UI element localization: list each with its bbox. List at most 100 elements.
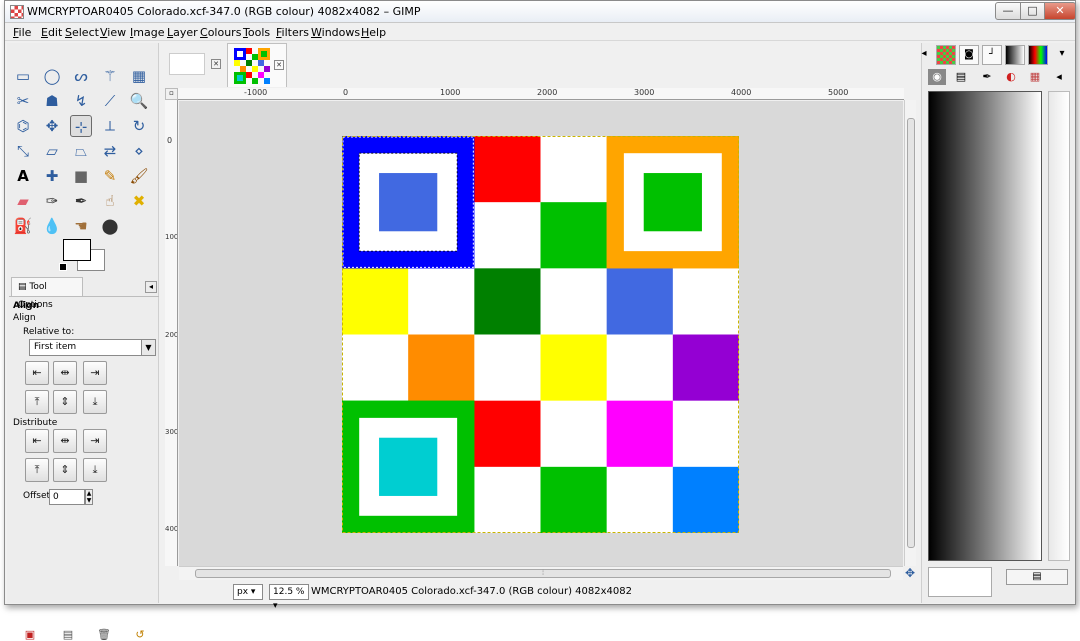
scroll-thumb[interactable] [907, 118, 915, 548]
tab-templates-icon[interactable]: ◂ [1050, 69, 1068, 85]
unit-select[interactable]: px ▾ [233, 584, 263, 600]
align-middle-button[interactable]: ⇕ [53, 390, 77, 414]
dodge-burn-icon[interactable]: ✖ [128, 190, 150, 212]
tab-colors-icon[interactable]: ◐ [1002, 69, 1020, 85]
menu-image[interactable]: Image [130, 26, 164, 39]
free-select-icon[interactable]: ᔕ [70, 65, 92, 87]
clone-icon[interactable]: ■ [70, 165, 92, 187]
horizontal-scrollbar[interactable]: ⦙ [179, 566, 903, 580]
zoom-icon[interactable]: 🔍 [128, 90, 150, 112]
tab-palettes[interactable] [1028, 45, 1048, 65]
paintbrush-icon[interactable]: 🖌 [128, 165, 150, 187]
distribute-right-button[interactable]: ⇥ [83, 429, 107, 453]
ellipse-select-icon[interactable]: ◯ [41, 65, 63, 87]
menu-view[interactable]: View [100, 26, 126, 39]
image-canvas[interactable] [342, 136, 739, 533]
align-icon[interactable]: ⊹ [70, 115, 92, 137]
convolve-icon[interactable]: ☚ [70, 215, 92, 237]
fg-bg-colors[interactable] [59, 239, 107, 273]
image-tab-2[interactable]: ✕ [227, 43, 287, 87]
fuzzy-select-icon[interactable]: ⚚ [99, 65, 121, 87]
scroll-thumb[interactable]: ⦙ [195, 569, 891, 578]
close-button[interactable]: ✕ [1044, 2, 1076, 20]
shear-icon[interactable]: ▱ [41, 140, 63, 162]
bucket-fill-icon[interactable]: ⛽ [12, 215, 34, 237]
smudge-icon[interactable]: ☝ [99, 190, 121, 212]
relative-to-select[interactable]: First item ▼ [29, 339, 156, 356]
scissors-icon[interactable]: ✂ [12, 90, 34, 112]
tab-patterns[interactable] [936, 45, 956, 65]
canvas-area[interactable] [179, 101, 903, 566]
distribute-bottom-button[interactable]: ⤓ [83, 458, 107, 482]
close-tab-icon[interactable]: ✕ [211, 59, 221, 69]
horizontal-ruler[interactable]: -1000 0 1000 2000 3000 4000 5000 [178, 88, 904, 100]
save-options-icon[interactable]: ▣ [23, 629, 37, 641]
align-center-button[interactable]: ⇹ [53, 361, 77, 385]
align-top-button[interactable]: ⤒ [25, 390, 49, 414]
restore-options-icon[interactable]: ▤ [61, 629, 75, 641]
align-right-button[interactable]: ⇥ [83, 361, 107, 385]
dock-menu-icon[interactable]: ◂ [145, 281, 157, 293]
foreground-color-swatch[interactable] [63, 239, 91, 261]
foreground-select-icon[interactable]: ☗ [41, 90, 63, 112]
airbrush-icon[interactable]: ✑ [41, 190, 63, 212]
rotate-icon[interactable]: ↻ [128, 115, 150, 137]
by-color-select-icon[interactable]: ▦ [128, 65, 150, 87]
smudge2-icon[interactable]: ⬤ [99, 215, 121, 237]
menu-layer[interactable]: Layer [167, 26, 198, 39]
menu-help[interactable]: Help [361, 26, 386, 39]
minimize-button[interactable]: — [995, 2, 1021, 20]
maximize-button[interactable]: □ [1020, 2, 1045, 20]
menu-file[interactable]: File [13, 26, 31, 39]
crop-icon[interactable]: ⟂ [99, 115, 121, 137]
align-left-button[interactable]: ⇤ [25, 361, 49, 385]
dock-scrollbar[interactable] [1048, 91, 1070, 561]
cage-icon[interactable]: ⋄ [128, 140, 150, 162]
gradient-swatch[interactable] [928, 567, 992, 597]
vertical-scrollbar[interactable] [904, 100, 916, 566]
dock-menu-icon[interactable]: ▾ [1052, 45, 1072, 65]
default-colors-icon[interactable] [59, 263, 67, 271]
blend-icon[interactable]: 💧 [41, 215, 63, 237]
menu-colours[interactable]: Colours [200, 26, 241, 39]
quick-mask-toggle[interactable]: ▫ [165, 88, 178, 100]
measure-icon[interactable]: ⌬ [12, 115, 34, 137]
distribute-center-button[interactable]: ⇹ [53, 429, 77, 453]
flip-icon[interactable]: ⇄ [99, 140, 121, 162]
align-bottom-button[interactable]: ⤓ [83, 390, 107, 414]
eraser-icon[interactable]: ▰ [12, 190, 34, 212]
menu-select[interactable]: Select [65, 26, 99, 39]
tab-brush-icon[interactable]: ✒ [978, 69, 996, 85]
tab-brushes[interactable]: ◙ [959, 45, 979, 65]
paths-icon[interactable]: ↯ [70, 90, 92, 112]
tab-gradients[interactable] [1005, 45, 1025, 65]
close-tab-icon[interactable]: ✕ [274, 60, 284, 70]
gradient-preview[interactable] [928, 91, 1042, 561]
dock-scroll-left-icon[interactable]: ◂ [914, 45, 934, 65]
zoom-select[interactable]: 12.5 % ▾ [269, 584, 309, 611]
offset-field[interactable]: 0 [49, 489, 85, 505]
tab-tool-presets[interactable]: ┘ [982, 45, 1002, 65]
menu-windows[interactable]: Windows [311, 26, 360, 39]
delete-options-icon[interactable]: 🗑 [97, 629, 111, 641]
tab-document-history-icon[interactable]: ▤ [952, 69, 970, 85]
perspective-icon[interactable]: ⏢ [70, 140, 92, 162]
menu-filters[interactable]: Filters [276, 26, 309, 39]
distribute-left-button[interactable]: ⇤ [25, 429, 49, 453]
vertical-ruler[interactable]: 0 1000 2000 3000 4000 [165, 100, 178, 566]
text-icon[interactable]: A [12, 165, 34, 187]
distribute-top-button[interactable]: ⤒ [25, 458, 49, 482]
menu-tools[interactable]: Tools [243, 26, 270, 39]
color-picker-icon[interactable]: ⟋ [99, 90, 121, 112]
menu-edit[interactable]: Edit [41, 26, 62, 39]
navigate-icon[interactable]: ✥ [903, 566, 917, 580]
heal-icon[interactable]: ✚ [41, 165, 63, 187]
pencil-icon[interactable]: ✎ [99, 165, 121, 187]
reset-options-icon[interactable]: ↺ [133, 629, 147, 641]
image-tab-1[interactable]: ✕ [165, 43, 225, 87]
offset-stepper[interactable]: ▲ ▼ [85, 489, 93, 505]
scale-icon[interactable]: ⤡ [12, 140, 34, 162]
tab-tool-options[interactable]: ▤ Tool Options [11, 277, 83, 310]
distribute-middle-button[interactable]: ⇕ [53, 458, 77, 482]
ink-icon[interactable]: ✒ [70, 190, 92, 212]
